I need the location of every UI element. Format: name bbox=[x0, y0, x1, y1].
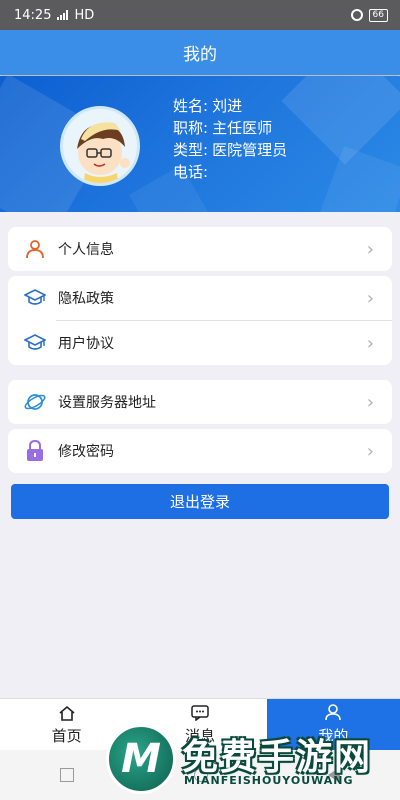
home-icon bbox=[58, 704, 76, 722]
menu-item-personal-info[interactable]: 个人信息 › bbox=[8, 227, 392, 271]
password-card: 修改密码 › bbox=[8, 429, 392, 473]
logout-button[interactable]: 退出登录 bbox=[11, 484, 389, 519]
network-type: HD bbox=[74, 7, 95, 23]
menu-item-privacy-policy[interactable]: 隐私政策 › bbox=[8, 276, 392, 320]
profile-banner: 姓名: 刘进 职称: 主任医师 类型: 医院管理员 电话: bbox=[0, 76, 400, 212]
personal-info-card: 个人信息 › bbox=[8, 227, 392, 271]
profile-name-row: 姓名: 刘进 bbox=[173, 95, 287, 117]
title-value: 主任医师 bbox=[212, 119, 273, 137]
page-header: 我的 bbox=[0, 30, 400, 75]
user-icon bbox=[325, 704, 342, 722]
graduation-cap-icon bbox=[24, 287, 46, 309]
chevron-right-icon: › bbox=[366, 440, 374, 462]
phone-label: 电话: bbox=[173, 163, 209, 181]
tab-label-home: 首页 bbox=[51, 726, 82, 745]
type-label: 类型: bbox=[173, 141, 209, 159]
menu-item-change-password[interactable]: 修改密码 › bbox=[8, 429, 392, 473]
title-label: 职称: bbox=[173, 119, 209, 137]
battery-icon: 66 bbox=[368, 8, 388, 22]
tab-label-profile: 我的 bbox=[318, 726, 349, 745]
menu-label-server-address: 设置服务器地址 bbox=[58, 395, 156, 411]
menu-label-privacy-policy: 隐私政策 bbox=[58, 291, 114, 307]
planet-icon bbox=[24, 391, 46, 413]
home-button-icon[interactable] bbox=[194, 768, 208, 782]
policy-card: 隐私政策 › 用户协议 › bbox=[8, 276, 392, 365]
lock-icon bbox=[24, 440, 46, 462]
bottom-tab-bar: 首页 消息 我的 bbox=[0, 698, 400, 750]
chevron-right-icon: › bbox=[366, 391, 374, 413]
system-nav-bar bbox=[0, 750, 400, 800]
status-bar: 14:25 HD 66 bbox=[0, 0, 400, 30]
tab-messages[interactable]: 消息 bbox=[133, 699, 266, 750]
menu-item-user-agreement[interactable]: 用户协议 › bbox=[8, 321, 392, 365]
profile-info: 姓名: 刘进 职称: 主任医师 类型: 医院管理员 电话: bbox=[173, 95, 287, 183]
profile-phone-row: 电话: bbox=[173, 161, 287, 183]
menu-label-user-agreement: 用户协议 bbox=[58, 336, 114, 352]
menu-label-change-password: 修改密码 bbox=[58, 444, 114, 460]
message-icon bbox=[191, 704, 209, 722]
recent-apps-icon[interactable] bbox=[60, 768, 74, 782]
type-value: 医院管理员 bbox=[212, 141, 288, 159]
name-label: 姓名: bbox=[173, 97, 209, 115]
tab-home[interactable]: 首页 bbox=[0, 699, 133, 750]
profile-type-row: 类型: 医院管理员 bbox=[173, 139, 287, 161]
name-value: 刘进 bbox=[212, 97, 243, 115]
alarm-icon bbox=[350, 9, 363, 21]
graduation-cap-icon bbox=[24, 332, 46, 354]
tab-label-messages: 消息 bbox=[184, 726, 215, 745]
chevron-right-icon: › bbox=[366, 287, 374, 309]
profile-title-row: 职称: 主任医师 bbox=[173, 117, 287, 139]
avatar[interactable] bbox=[60, 106, 140, 186]
avatar-cartoon-icon bbox=[77, 122, 130, 183]
chevron-right-icon: › bbox=[366, 238, 374, 260]
tab-profile[interactable]: 我的 bbox=[266, 699, 400, 750]
menu-label-personal-info: 个人信息 bbox=[58, 242, 114, 258]
back-icon[interactable] bbox=[328, 767, 340, 783]
status-time: 14:25 bbox=[14, 7, 52, 23]
page-title: 我的 bbox=[183, 45, 217, 65]
person-icon bbox=[24, 238, 46, 260]
menu-item-server-address[interactable]: 设置服务器地址 › bbox=[8, 380, 392, 424]
signal-icon bbox=[57, 10, 69, 20]
server-card: 设置服务器地址 › bbox=[8, 380, 392, 424]
chevron-right-icon: › bbox=[366, 332, 374, 354]
